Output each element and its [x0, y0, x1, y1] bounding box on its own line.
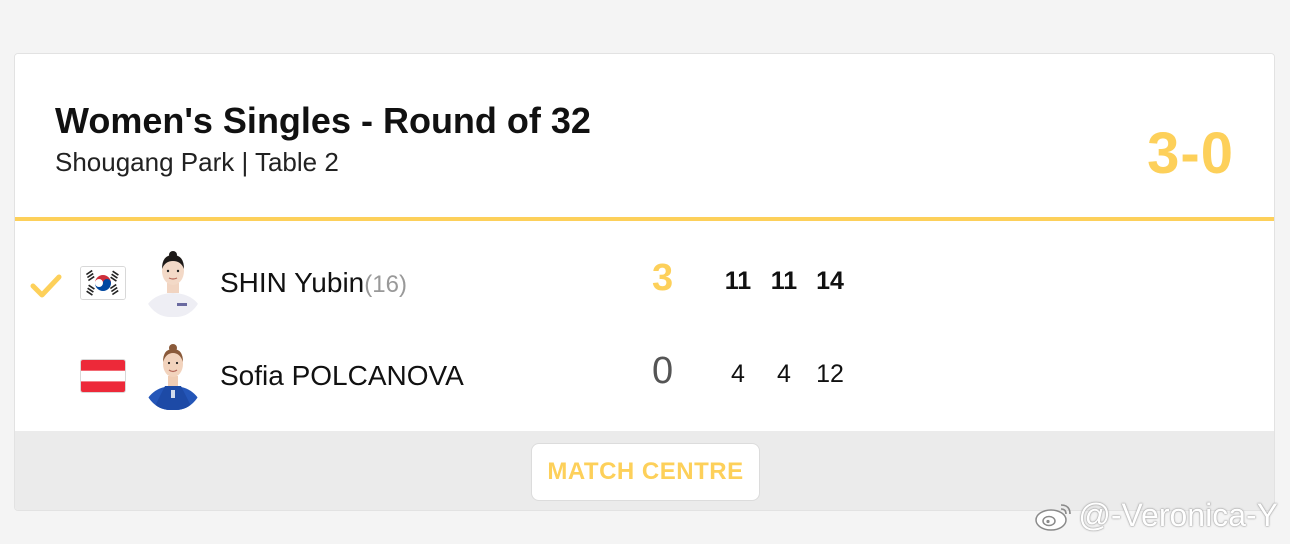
watermark-text: @-Veronica-Y — [1078, 497, 1278, 533]
player-name-text: SHIN Yubin — [220, 267, 365, 298]
match-title: Women's Singles - Round of 32 — [55, 100, 591, 141]
player-row-2: Sofia POLCANOVA 0 4 4 12 — [15, 332, 1274, 422]
player-seed: (16) — [364, 271, 407, 298]
match-header: Women's Singles - Round of 32 Shougang P… — [15, 54, 1274, 221]
winner-check-icon — [30, 274, 62, 298]
game-score-2: 11 — [770, 267, 798, 295]
player-name: SHIN Yubin(16) — [220, 267, 407, 299]
weibo-icon — [1035, 503, 1072, 531]
match-venue: Shougang Park | Table 2 — [55, 147, 339, 177]
match-centre-button[interactable]: MATCH CENTRE — [531, 443, 760, 501]
game-score-3: 14 — [816, 267, 844, 295]
player-avatar — [143, 247, 203, 317]
game-score-2: 4 — [777, 360, 791, 388]
player-name-text: Sofia POLCANOVA — [220, 360, 464, 391]
player-avatar — [143, 340, 203, 410]
game-score-3: 12 — [816, 360, 844, 388]
austria-flag-icon — [80, 359, 126, 393]
match-card: Women's Singles - Round of 32 Shougang P… — [14, 53, 1275, 511]
game-score-1: 4 — [731, 360, 745, 388]
match-score: 3-0 — [1147, 121, 1234, 186]
player-row-1: SHIN Yubin(16) 3 11 11 14 — [15, 239, 1274, 329]
sets-won: 3 — [652, 257, 674, 299]
game-score-1: 11 — [724, 267, 752, 295]
sets-won: 0 — [652, 350, 674, 392]
korea-flag-icon — [80, 266, 126, 300]
player-name: Sofia POLCANOVA — [220, 360, 464, 392]
watermark: @-Veronica-Y — [1034, 497, 1278, 534]
